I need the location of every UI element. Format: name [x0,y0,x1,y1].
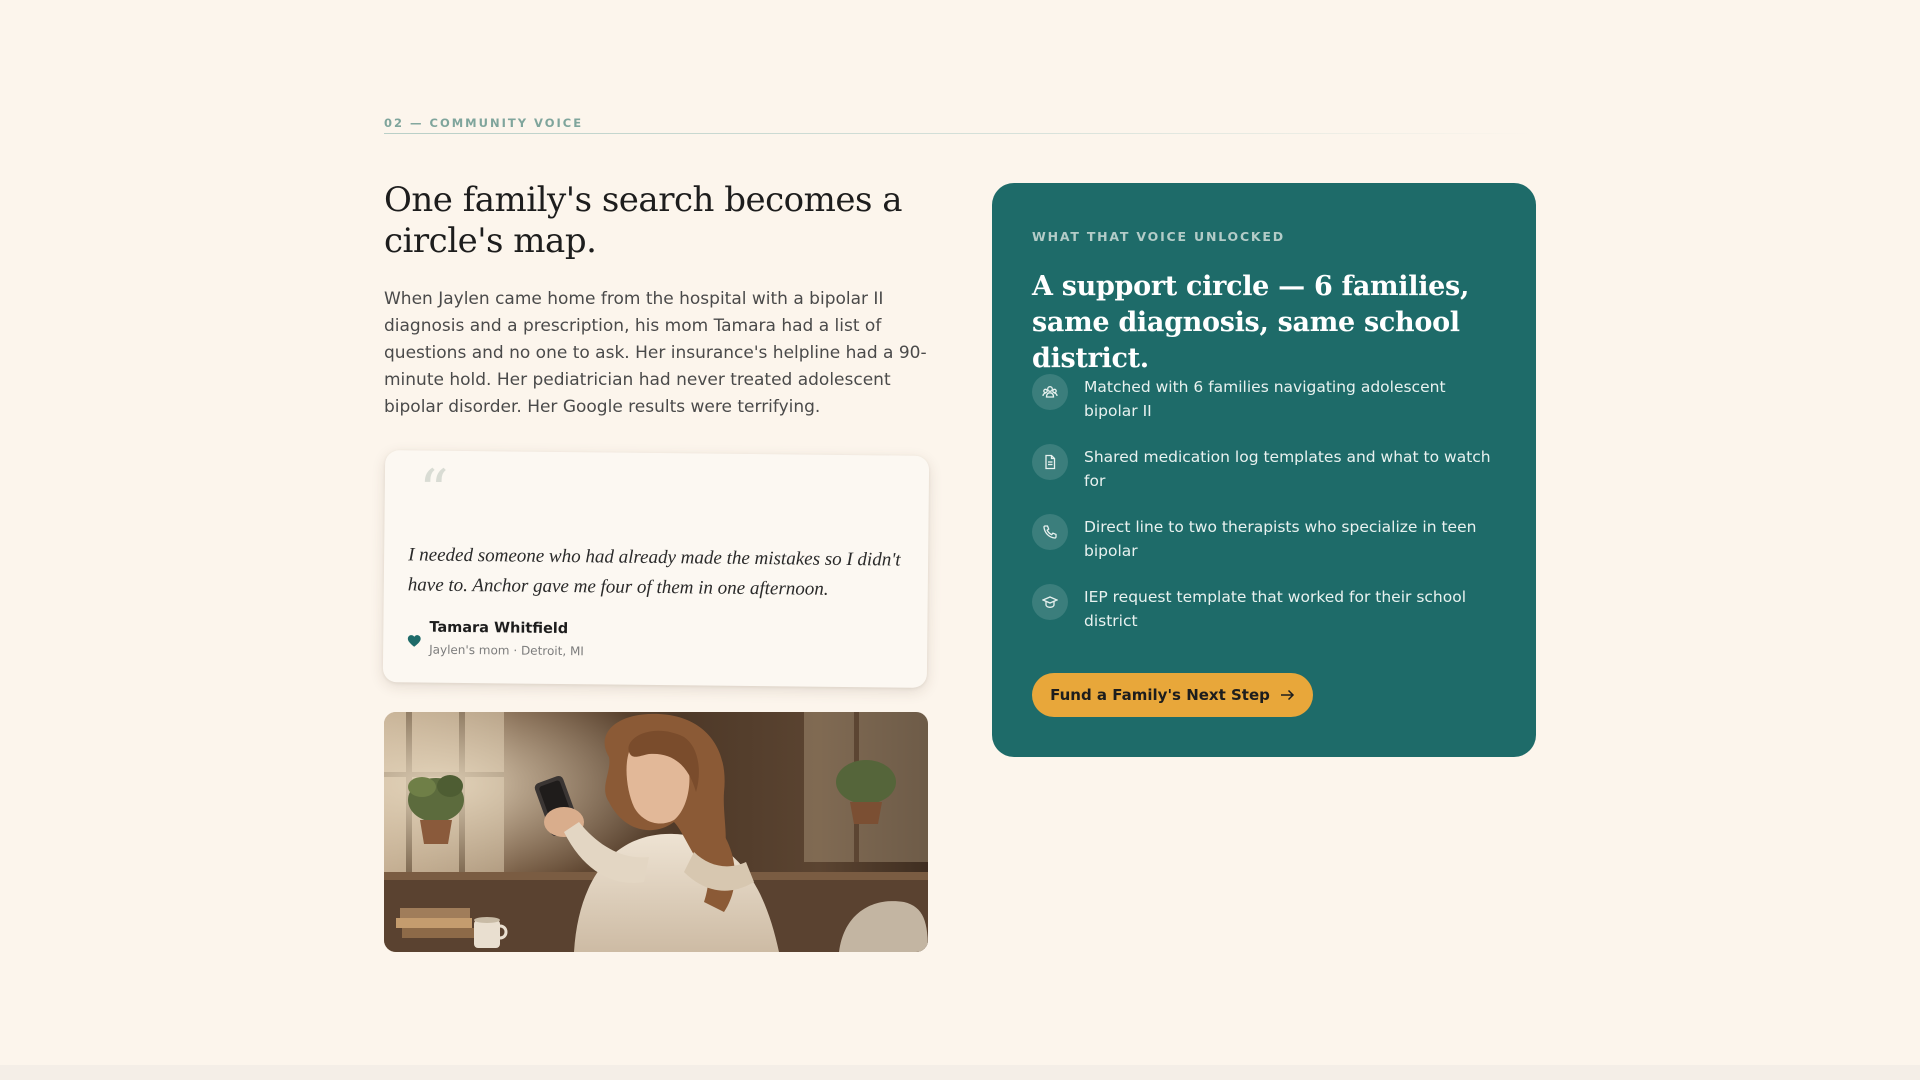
section-label: 02 — COMMUNITY VOICE [384,116,584,130]
story-column: One family's search becomes a circle's m… [384,180,929,421]
page-footer-edge [0,1065,1920,1080]
fund-family-button[interactable]: Fund a Family's Next Step [1032,673,1313,717]
testimonial-role: Jaylen's mom · Detroit, MI [429,642,584,659]
quote-mark-icon: “ [418,456,449,525]
cta-label: Fund a Family's Next Step [1050,686,1270,704]
benefit-list: Matched with 6 families navigating adole… [1032,374,1502,654]
testimonial-quote: I needed someone who had already made th… [407,544,901,600]
testimonial-card: “ I needed someone who had already made … [382,450,930,688]
benefit-text: Shared medication log templates and what… [1084,448,1491,490]
list-item: Shared medication log templates and what… [1032,444,1502,514]
panel-label: WHAT THAT VOICE UNLOCKED [1032,229,1285,244]
benefit-text: Matched with 6 families navigating adole… [1084,378,1446,420]
benefit-text: Direct line to two therapists who specia… [1084,518,1477,560]
list-item: Direct line to two therapists who specia… [1032,514,1502,584]
list-item: IEP request template that worked for the… [1032,584,1502,654]
graduation-cap-icon [1032,584,1068,620]
panel-title: A support circle — 6 families, same diag… [1032,271,1470,374]
story-headline: One family's search becomes a circle's m… [384,180,902,261]
document-icon [1032,444,1068,480]
story-body: When Jaylen came home from the hospital … [384,289,927,417]
section-header: 02 — COMMUNITY VOICE [384,116,1536,136]
list-item: Matched with 6 families navigating adole… [1032,374,1502,444]
benefit-text: IEP request template that worked for the… [1084,588,1467,630]
heart-icon [407,635,421,647]
testimonial-name: Tamara Whitfield [429,619,569,638]
woman-using-phone-photo [384,712,928,952]
people-icon [1032,374,1068,410]
section-divider [384,133,1536,134]
phone-icon [1032,514,1068,550]
arrow-right-icon [1280,689,1294,701]
impact-panel: WHAT THAT VOICE UNLOCKED A support circl… [992,183,1536,757]
